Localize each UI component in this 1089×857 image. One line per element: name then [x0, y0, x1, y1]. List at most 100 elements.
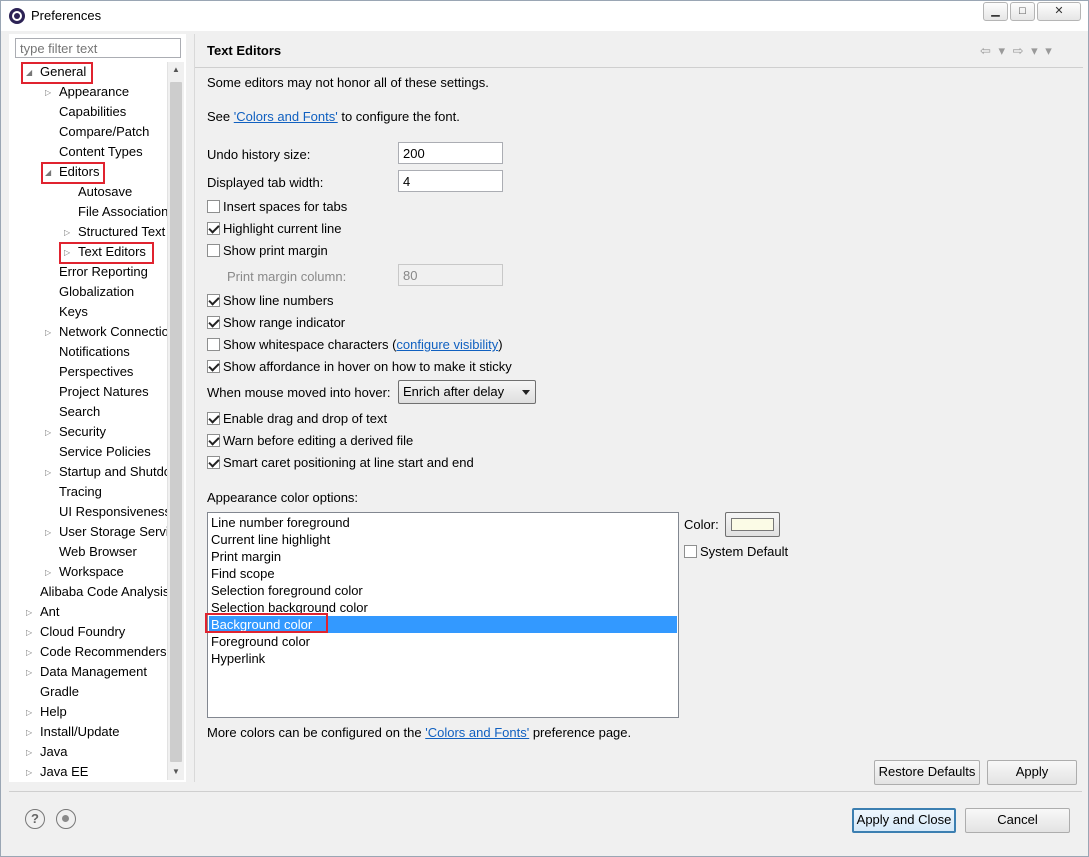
tree-item[interactable]: Service Policies — [59, 443, 151, 461]
color-option-item[interactable]: Foreground color — [209, 633, 677, 650]
collapsed-arrow-icon[interactable]: ▷ — [64, 228, 70, 237]
collapsed-arrow-icon[interactable]: ▷ — [45, 568, 51, 577]
help-icon[interactable]: ? — [25, 809, 45, 829]
scroll-up-arrow-icon[interactable]: ▲ — [168, 62, 184, 78]
color-option-item[interactable]: Line number foreground — [209, 514, 677, 531]
checkbox-box[interactable] — [207, 338, 220, 351]
tree-item[interactable]: Alibaba Code Analysis — [40, 583, 167, 601]
smart-caret-checkbox[interactable]: Smart caret positioning at line start an… — [207, 455, 474, 471]
checkbox-box[interactable] — [207, 360, 220, 373]
system-default-checkbox[interactable]: System Default — [684, 544, 788, 560]
tree-item[interactable]: User Storage Service — [59, 523, 167, 541]
tree-item[interactable]: Notifications — [59, 343, 130, 361]
tree-item[interactable]: Data Management — [40, 663, 147, 681]
tree-item[interactable]: Startup and Shutdown — [59, 463, 167, 481]
collapsed-arrow-icon[interactable]: ▷ — [26, 768, 32, 777]
tree-item[interactable]: Error Reporting — [59, 263, 148, 281]
drag-drop-checkbox[interactable]: Enable drag and drop of text — [207, 411, 387, 427]
tree-item[interactable]: Network Connections — [59, 323, 167, 341]
apply-button[interactable]: Apply — [987, 760, 1077, 785]
color-picker-button[interactable] — [725, 512, 780, 537]
tree-item[interactable]: Install/Update — [40, 723, 120, 741]
collapsed-arrow-icon[interactable]: ▷ — [45, 428, 51, 437]
tree-scrollbar[interactable]: ▲ ▼ — [167, 62, 184, 780]
tree-item[interactable]: Cloud Foundry — [40, 623, 125, 641]
checkbox-box[interactable] — [207, 456, 220, 469]
tree-item[interactable]: Code Recommenders — [40, 643, 166, 661]
insert-spaces-checkbox[interactable]: Insert spaces for tabs — [207, 199, 347, 215]
warn-derived-checkbox[interactable]: Warn before editing a derived file — [207, 433, 413, 449]
checkbox-box[interactable] — [207, 412, 220, 425]
tree-item[interactable]: Web Browser — [59, 543, 137, 561]
highlight-line-checkbox[interactable]: Highlight current line — [207, 221, 342, 237]
checkbox-box[interactable] — [207, 200, 220, 213]
apply-and-close-button[interactable]: Apply and Close — [852, 808, 956, 833]
tree-item[interactable]: Java EE — [40, 763, 88, 781]
tree-item[interactable]: Workspace — [59, 563, 124, 581]
tree-item[interactable]: UI Responsiveness — [59, 503, 167, 521]
collapsed-arrow-icon[interactable]: ▷ — [26, 728, 32, 737]
tree-item[interactable]: Appearance — [59, 83, 129, 101]
checkbox-box[interactable] — [207, 316, 220, 329]
minimize-button[interactable]: ▁ — [983, 2, 1008, 21]
undo-history-label: Undo history size: — [207, 147, 311, 162]
checkbox-box[interactable] — [684, 545, 697, 558]
whitespace-checkbox[interactable]: Show whitespace characters (configure vi… — [207, 337, 503, 353]
tree-item[interactable]: Perspectives — [59, 363, 133, 381]
tree-item[interactable]: Help — [40, 703, 67, 721]
collapsed-arrow-icon[interactable]: ▷ — [26, 628, 32, 637]
history-nav-icons[interactable]: ⇦ ▾ ⇨ ▾ ▾ — [980, 43, 1054, 59]
collapsed-arrow-icon[interactable]: ▷ — [45, 528, 51, 537]
color-option-item[interactable]: Current line highlight — [209, 531, 677, 548]
cancel-button[interactable]: Cancel — [965, 808, 1070, 833]
collapsed-arrow-icon[interactable]: ▷ — [45, 88, 51, 97]
record-icon[interactable] — [56, 809, 76, 829]
color-option-item[interactable]: Selection foreground color — [209, 582, 677, 599]
affordance-checkbox[interactable]: Show affordance in hover on how to make … — [207, 359, 512, 375]
line-numbers-checkbox[interactable]: Show line numbers — [207, 293, 334, 309]
tree-item[interactable]: Project Natures — [59, 383, 149, 401]
scroll-thumb[interactable] — [170, 82, 182, 762]
collapsed-arrow-icon[interactable]: ▷ — [45, 468, 51, 477]
collapsed-arrow-icon[interactable]: ▷ — [26, 708, 32, 717]
maximize-button[interactable]: □ — [1010, 2, 1035, 21]
configure-visibility-link[interactable]: configure visibility — [396, 337, 498, 352]
print-margin-checkbox[interactable]: Show print margin — [207, 243, 328, 259]
hover-mode-select[interactable]: Enrich after delay — [398, 380, 536, 404]
tree-item[interactable]: Ant — [40, 603, 60, 621]
tree-item[interactable]: Tracing — [59, 483, 102, 501]
collapsed-arrow-icon[interactable]: ▷ — [26, 668, 32, 677]
checkbox-box[interactable] — [207, 222, 220, 235]
tree-item[interactable]: Keys — [59, 303, 88, 321]
tree-item[interactable]: File Associations — [78, 203, 167, 221]
tree-item[interactable]: Security — [59, 423, 106, 441]
filter-input[interactable] — [15, 38, 181, 58]
color-option-item[interactable]: Hyperlink — [209, 650, 677, 667]
undo-history-input[interactable] — [398, 142, 503, 164]
collapsed-arrow-icon[interactable]: ▷ — [45, 328, 51, 337]
tree-item[interactable]: Gradle — [40, 683, 79, 701]
more-colors-link[interactable]: 'Colors and Fonts' — [425, 725, 529, 740]
checkbox-box[interactable] — [207, 434, 220, 447]
checkbox-box[interactable] — [207, 294, 220, 307]
range-indicator-checkbox[interactable]: Show range indicator — [207, 315, 345, 331]
tree-item[interactable]: Capabilities — [59, 103, 126, 121]
tree-item[interactable]: Search — [59, 403, 100, 421]
tree-item[interactable]: Globalization — [59, 283, 134, 301]
colors-fonts-link[interactable]: 'Colors and Fonts' — [234, 109, 338, 124]
scroll-down-arrow-icon[interactable]: ▼ — [168, 764, 184, 780]
restore-defaults-button[interactable]: Restore Defaults — [874, 760, 980, 785]
tree-item[interactable]: Autosave — [78, 183, 132, 201]
collapsed-arrow-icon[interactable]: ▷ — [26, 748, 32, 757]
collapsed-arrow-icon[interactable]: ▷ — [26, 608, 32, 617]
checkbox-box[interactable] — [207, 244, 220, 257]
color-option-item[interactable]: Print margin — [209, 548, 677, 565]
collapsed-arrow-icon[interactable]: ▷ — [26, 648, 32, 657]
tree-item[interactable]: Compare/Patch — [59, 123, 149, 141]
color-option-item[interactable]: Find scope — [209, 565, 677, 582]
tab-width-input[interactable] — [398, 170, 503, 192]
close-button[interactable]: ✕ — [1037, 2, 1081, 21]
tree-item[interactable]: Java — [40, 743, 67, 761]
tree-item[interactable]: Content Types — [59, 143, 143, 161]
tree-item[interactable]: Structured Text Editors — [78, 223, 167, 241]
